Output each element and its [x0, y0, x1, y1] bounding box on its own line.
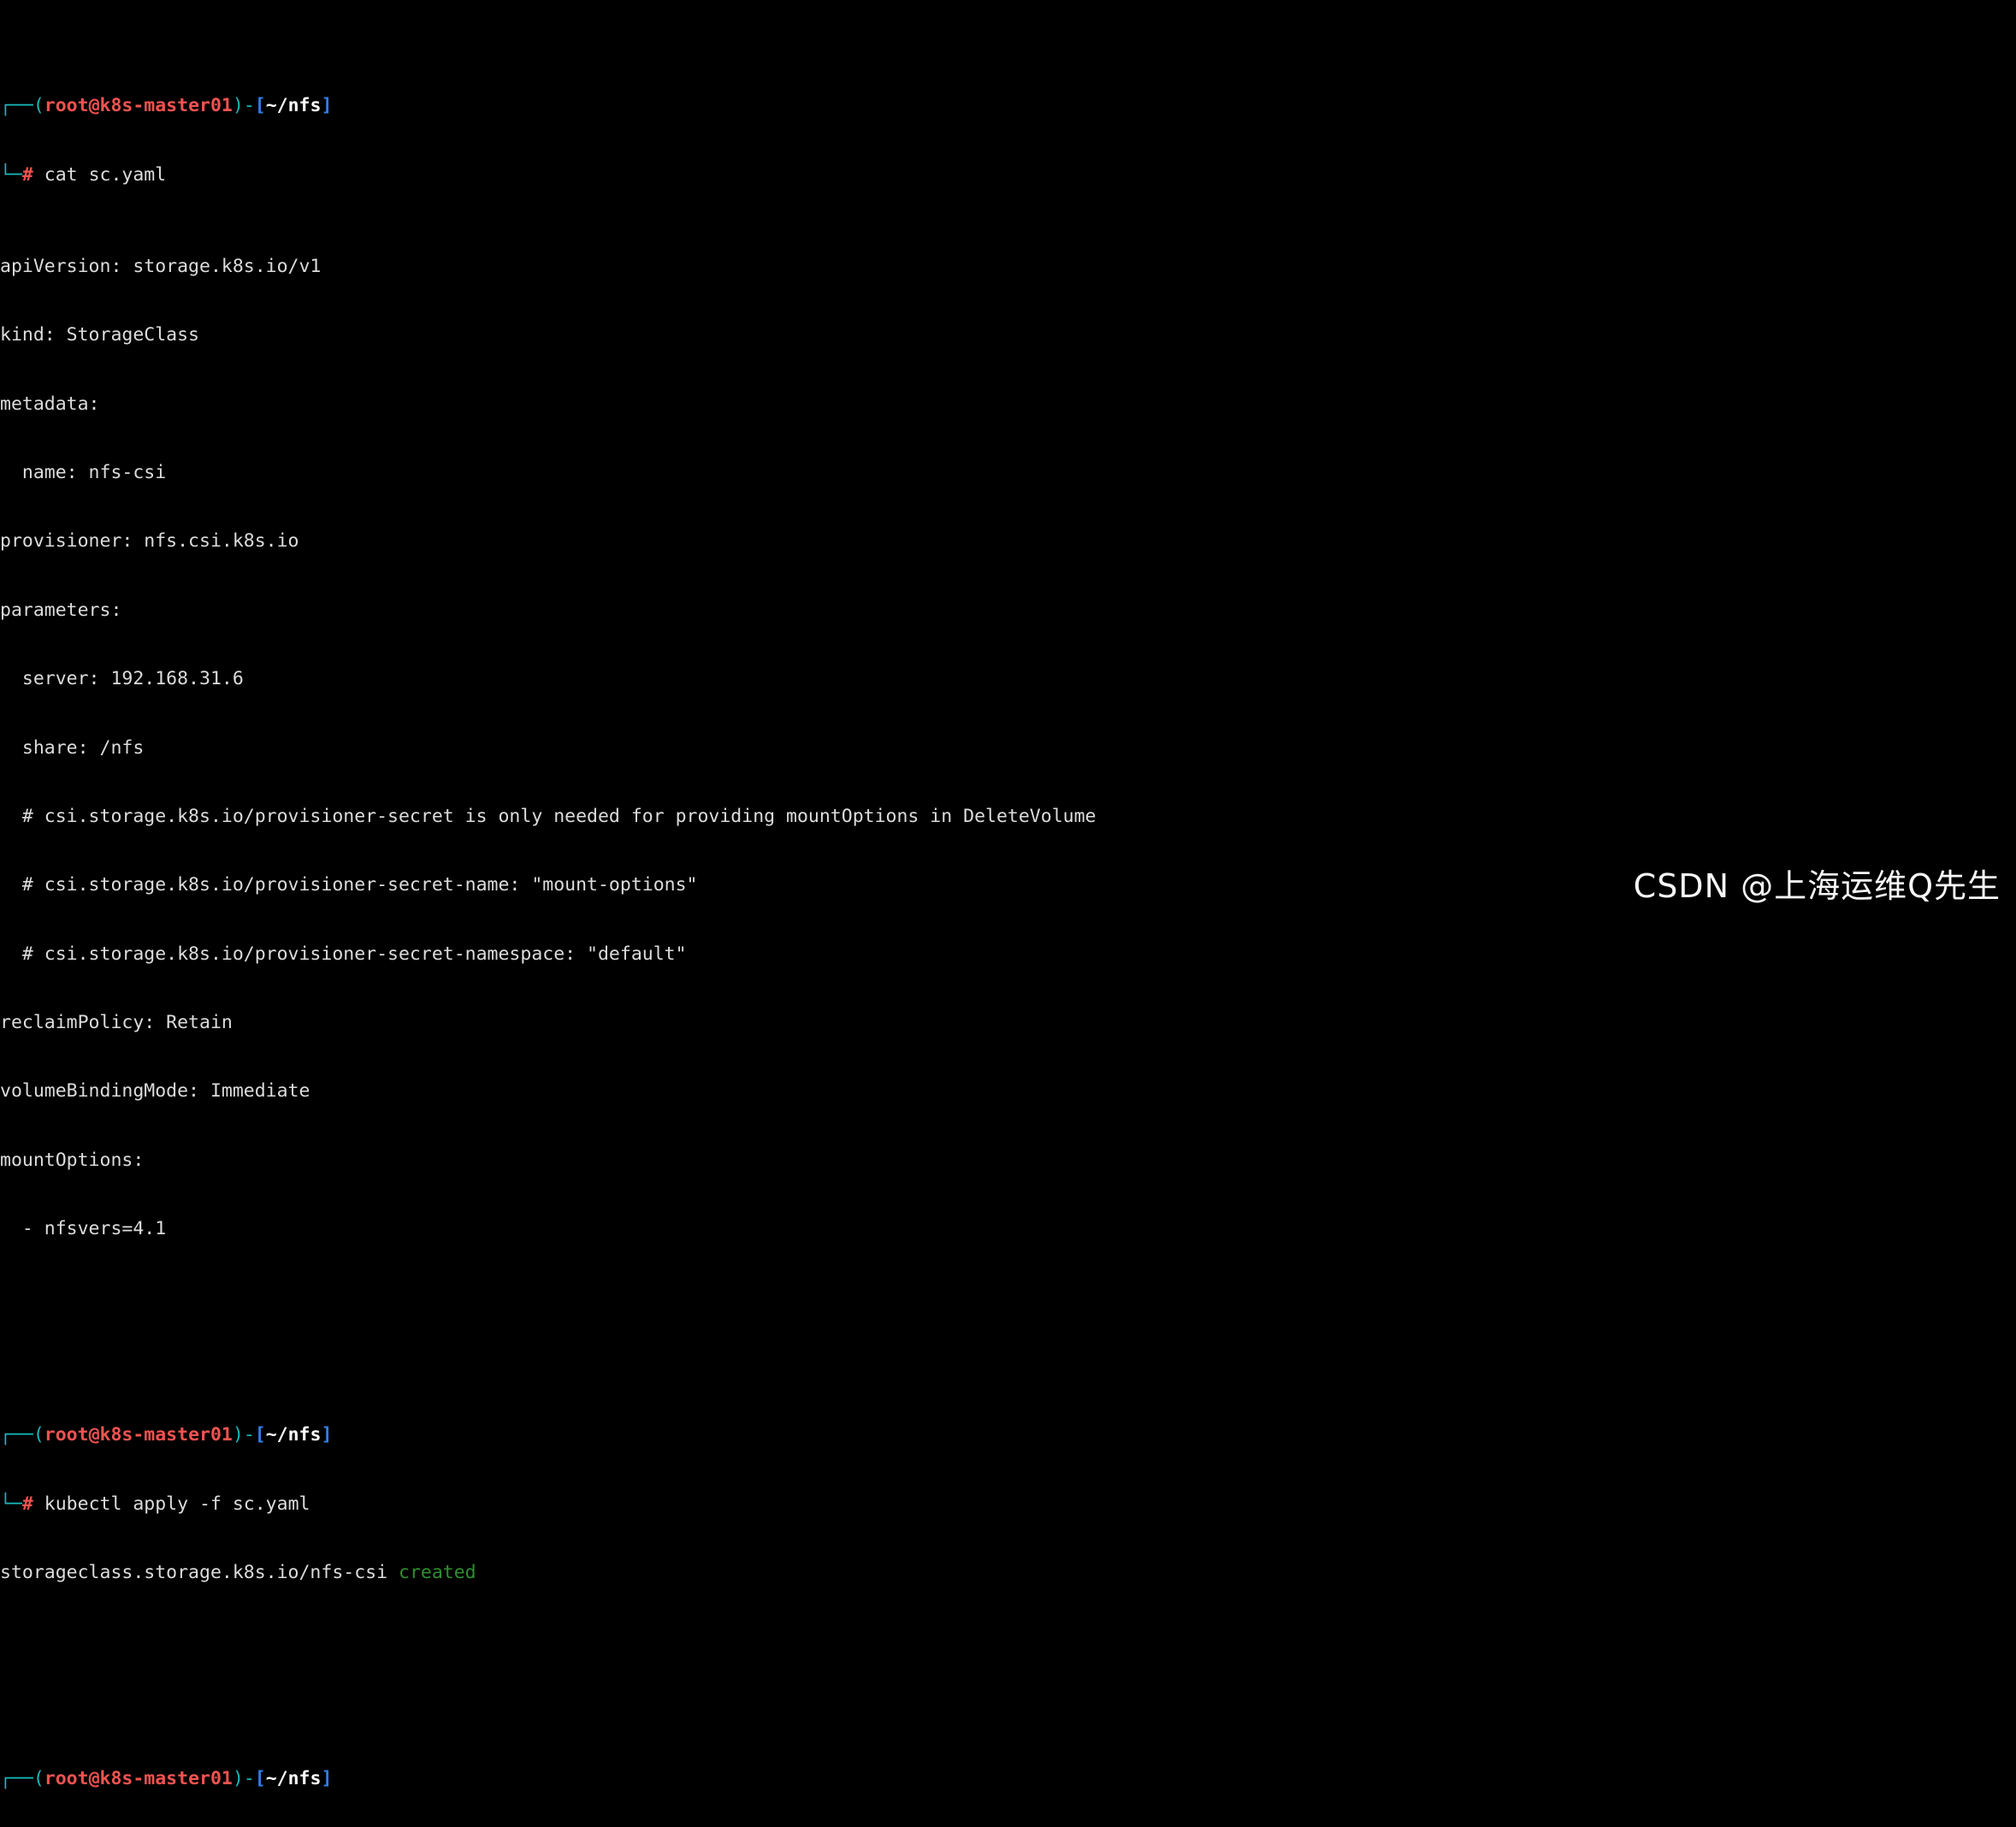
prompt-bracket-close: ] [321, 1768, 333, 1790]
terminal-window: ┌──(root@k8s-master01)-[~/nfs] └─# cat s… [0, 0, 2016, 1789]
prompt-frame-top: ┌── [0, 1768, 33, 1790]
prompt-path: ~/nfs [265, 1424, 322, 1446]
yaml-line-mountoptions: mountOptions: [0, 1149, 145, 1171]
spacer-1 [0, 1310, 2016, 1333]
command-line-1[interactable]: └─# cat sc.yaml [0, 164, 2016, 187]
apply-sc-resource: storageclass.storage.k8s.io/nfs-csi [0, 1562, 388, 1584]
command-apply-sc: kubectl apply -f sc.yaml [44, 1493, 310, 1515]
yaml-line-nfsvers: - nfsvers=4.1 [0, 1218, 167, 1240]
command-line-2[interactable]: └─# kubectl apply -f sc.yaml [0, 1493, 2016, 1517]
prompt-paren-close: ) [232, 1768, 244, 1790]
prompt-dash: - [243, 95, 255, 117]
prompt-paren-close: ) [232, 1424, 244, 1446]
apply-sc-status: created [399, 1562, 476, 1584]
prompt-frame-top: ┌── [0, 1424, 33, 1446]
prompt-frame-bottom: └─ [0, 163, 22, 186]
prompt-path: ~/nfs [265, 1768, 322, 1790]
yaml-line-kind: kind: StorageClass [0, 324, 199, 346]
yaml-line-reclaimpolicy: reclaimPolicy: Retain [0, 1012, 233, 1034]
prompt-bracket-open: [ [254, 1424, 266, 1446]
yaml-line-apiversion: apiVersion: storage.k8s.io/v1 [0, 255, 322, 277]
prompt-path: ~/nfs [265, 95, 322, 117]
prompt-frame-bottom: └─ [0, 1493, 22, 1515]
csdn-watermark: CSDN @上海运维Q先生 [1633, 867, 2001, 905]
yaml-line-volumebindingmode: volumeBindingMode: Immediate [0, 1080, 310, 1103]
yaml-line-name: name: nfs-csi [0, 461, 167, 483]
prompt-frame-top: ┌── [0, 95, 33, 117]
yaml-line-comment-3: # csi.storage.k8s.io/provisioner-secret-… [0, 943, 687, 965]
prompt-dash: - [243, 1424, 255, 1446]
prompt-line-3: ┌──(root@k8s-master01)-[~/nfs] [0, 1768, 2016, 1791]
prompt-paren-close: ) [232, 95, 244, 117]
prompt-hash: # [21, 163, 33, 186]
output-apply-sc: storageclass.storage.k8s.io/nfs-csi crea… [0, 1562, 2016, 1585]
prompt-userhost: root@k8s-master01 [44, 95, 233, 117]
yaml-line-comment-1: # csi.storage.k8s.io/provisioner-secret … [0, 805, 1097, 827]
prompt-bracket-open: [ [254, 1768, 266, 1790]
prompt-hash: # [21, 1493, 33, 1515]
prompt-bracket-close: ] [321, 1424, 333, 1446]
prompt-paren-open: ( [33, 1424, 44, 1446]
prompt-userhost: root@k8s-master01 [44, 1424, 233, 1446]
yaml-line-provisioner: provisioner: nfs.csi.k8s.io [0, 530, 299, 553]
prompt-line-2: ┌──(root@k8s-master01)-[~/nfs] [0, 1424, 2016, 1447]
prompt-paren-open: ( [33, 1768, 44, 1790]
yaml-line-share: share: /nfs [0, 736, 145, 759]
prompt-line-1: ┌──(root@k8s-master01)-[~/nfs] [0, 95, 2016, 118]
terminal-screen[interactable]: ┌──(root@k8s-master01)-[~/nfs] └─# cat s… [0, 0, 2016, 1827]
yaml-line-parameters: parameters: [0, 599, 122, 621]
prompt-paren-open: ( [33, 95, 44, 117]
prompt-bracket-open: [ [254, 95, 266, 117]
prompt-userhost: root@k8s-master01 [44, 1768, 233, 1790]
spacer-2 [0, 1653, 2016, 1676]
prompt-dash: - [243, 1768, 255, 1790]
yaml-line-server: server: 192.168.31.6 [0, 668, 244, 690]
yaml-line-metadata: metadata: [0, 393, 100, 415]
prompt-bracket-close: ] [321, 95, 333, 117]
command-cat-sc: cat sc.yaml [44, 163, 167, 186]
